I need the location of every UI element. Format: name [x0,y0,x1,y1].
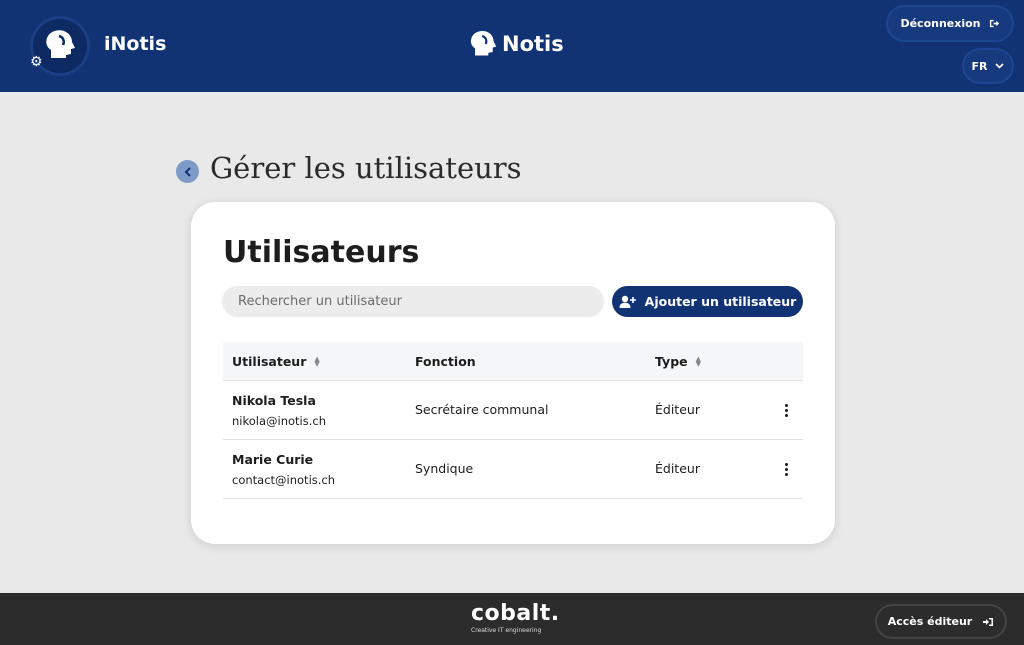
user-name: Marie Curie [232,452,314,467]
column-header-type[interactable]: Type ▲ ▼ [655,354,701,369]
user-name: Nikola Tesla [232,393,316,408]
card-title: Utilisateurs [223,235,420,270]
app-logo[interactable]: ⚙ [30,16,90,76]
more-options-icon[interactable] [779,458,793,480]
more-options-icon[interactable] [779,399,793,421]
top-header: ⚙ iNotis Notis Déconnexion FR [0,0,1024,92]
sort-icon: ▲ ▼ [314,354,320,368]
users-table: Utilisateur ▲ ▼ Fonction Type ▲ ▼ Nikola T… [223,342,803,499]
column-header-user-label: Utilisateur [232,354,307,369]
user-email: nikola@inotis.ch [232,414,326,428]
column-header-function: Fonction [415,354,476,369]
login-icon [983,617,994,626]
user-type: Éditeur [655,461,700,476]
add-user-icon [619,295,636,308]
footer-logo-name: cobalt. [471,601,560,626]
chevron-down-icon [995,63,1005,69]
language-select[interactable]: FR [964,50,1012,82]
table-row[interactable]: Marie Curie contact@inotis.ch Syndique É… [223,440,803,499]
logout-icon [989,19,999,28]
logout-button[interactable]: Déconnexion [888,7,1012,40]
editor-access-label: Accès éditeur [887,615,973,628]
user-function: Syndique [415,461,474,476]
editor-access-button[interactable]: Accès éditeur [877,606,1005,637]
sort-icon: ▲ ▼ [695,354,702,368]
column-header-type-label: Type [655,354,688,369]
column-header-function-label: Fonction [415,354,476,369]
back-button[interactable] [176,160,199,183]
users-card: Utilisateurs Ajouter un utilisateur Util… [191,202,835,544]
app-name: iNotis [104,33,167,55]
footer-logo[interactable]: cobalt. Creative IT engineering [471,601,560,635]
add-user-label: Ajouter un utilisateur [644,294,797,309]
brand-name: Notis [502,32,564,56]
user-function: Secrétaire communal [415,402,549,417]
footer: cobalt. Creative IT engineering Accès éd… [0,593,1024,645]
user-email: contact@inotis.ch [232,473,336,487]
brand-logo: Notis [468,29,564,59]
user-type: Éditeur [655,402,700,417]
chevron-left-icon [184,166,191,177]
footer-logo-tagline: Creative IT engineering [471,627,542,634]
table-header: Utilisateur ▲ ▼ Fonction Type ▲ ▼ [223,342,803,381]
head-profile-icon [46,30,75,58]
logout-label: Déconnexion [900,17,981,30]
head-profile-icon [470,30,497,56]
add-user-button[interactable]: Ajouter un utilisateur [612,286,803,317]
page-title: Gérer les utilisateurs [210,151,522,185]
table-row[interactable]: Nikola Tesla nikola@inotis.ch Secrétaire… [223,381,803,440]
column-header-user[interactable]: Utilisateur ▲ ▼ [232,354,320,369]
language-value: FR [971,59,988,73]
gear-icon: ⚙ [30,54,43,70]
search-input[interactable] [222,286,604,317]
